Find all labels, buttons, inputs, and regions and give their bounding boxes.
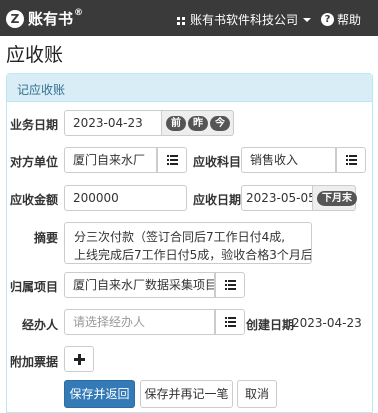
- project-picker-button[interactable]: [215, 272, 245, 298]
- company-name: 账有书软件科技公司: [190, 13, 299, 27]
- top-navbar: Z 账有书® 账有书软件科技公司 ? 帮助: [0, 0, 378, 36]
- list-icon: [167, 155, 178, 165]
- counterparty-picker-button[interactable]: [157, 147, 187, 173]
- building-icon: [176, 15, 186, 25]
- handler-label: 经办人: [22, 318, 59, 332]
- page-title: 应收账: [6, 44, 64, 66]
- list-icon: [225, 317, 236, 327]
- today-badge[interactable]: 今: [210, 115, 230, 131]
- cancel-button[interactable]: 取消: [237, 380, 277, 408]
- save-and-new-button[interactable]: 保存并再记一笔: [140, 380, 233, 408]
- due-date-shortcuts: 下月末: [313, 185, 357, 211]
- subject-picker-button[interactable]: [336, 147, 366, 173]
- add-attachment-button[interactable]: [64, 346, 94, 372]
- amount-input[interactable]: 200000: [64, 185, 187, 211]
- brand-name: 账有书®: [28, 8, 84, 28]
- summary-label: 摘要: [34, 231, 59, 245]
- list-icon: [346, 155, 357, 165]
- due-date-label: 应收日期: [193, 193, 242, 207]
- chevron-down-icon: [303, 17, 312, 22]
- save-and-return-button[interactable]: 保存并返回: [64, 380, 135, 408]
- due-date-input[interactable]: 2023-05-05: [241, 185, 313, 211]
- created-date-value: 2023-04-23: [292, 316, 362, 330]
- prev-day-badge[interactable]: 前: [166, 115, 186, 131]
- business-date-label: 业务日期: [10, 118, 59, 132]
- company-dropdown[interactable]: 账有书软件科技公司: [176, 11, 312, 28]
- help-icon: ?: [321, 13, 334, 26]
- summary-textarea[interactable]: 分三次付款（签订合同后7工作日付4成, 上线完成后7工作日付5成，验收合格3个月…: [64, 222, 312, 264]
- project-input[interactable]: 厦门自来水厂数据采集项目: [64, 272, 215, 298]
- panel-heading: 记应收账: [7, 74, 372, 102]
- subject-label: 应收科目: [193, 155, 242, 169]
- date-shortcuts: 前 昨 今: [162, 110, 234, 136]
- list-icon: [225, 280, 236, 290]
- counterparty-label: 对方单位: [10, 155, 59, 169]
- created-date-label: 创建日期: [246, 318, 295, 332]
- brand-logo-icon: Z: [6, 9, 24, 28]
- summary-line-1: 分三次付款（签订合同后7工作日付4成,: [74, 230, 286, 244]
- brand-link[interactable]: Z 账有书®: [6, 8, 83, 29]
- project-label: 归属项目: [10, 280, 59, 294]
- handler-input[interactable]: 请选择经办人: [64, 309, 215, 335]
- next-month-end-badge[interactable]: 下月末: [317, 190, 357, 206]
- handler-picker-button[interactable]: [215, 309, 245, 335]
- attachment-label: 附加票据: [10, 355, 59, 369]
- yesterday-badge[interactable]: 昨: [188, 115, 208, 131]
- help-label: 帮助: [337, 13, 362, 27]
- amount-label: 应收金额: [10, 193, 59, 207]
- summary-line-2: 上线完成后7工作日付5成，验收合格3个月后付1成: [74, 248, 312, 262]
- counterparty-input[interactable]: 厦门自来水厂: [64, 147, 157, 173]
- help-link[interactable]: ? 帮助: [321, 11, 361, 28]
- business-date-input[interactable]: 2023-04-23: [64, 110, 162, 136]
- subject-input[interactable]: 销售收入: [241, 147, 336, 173]
